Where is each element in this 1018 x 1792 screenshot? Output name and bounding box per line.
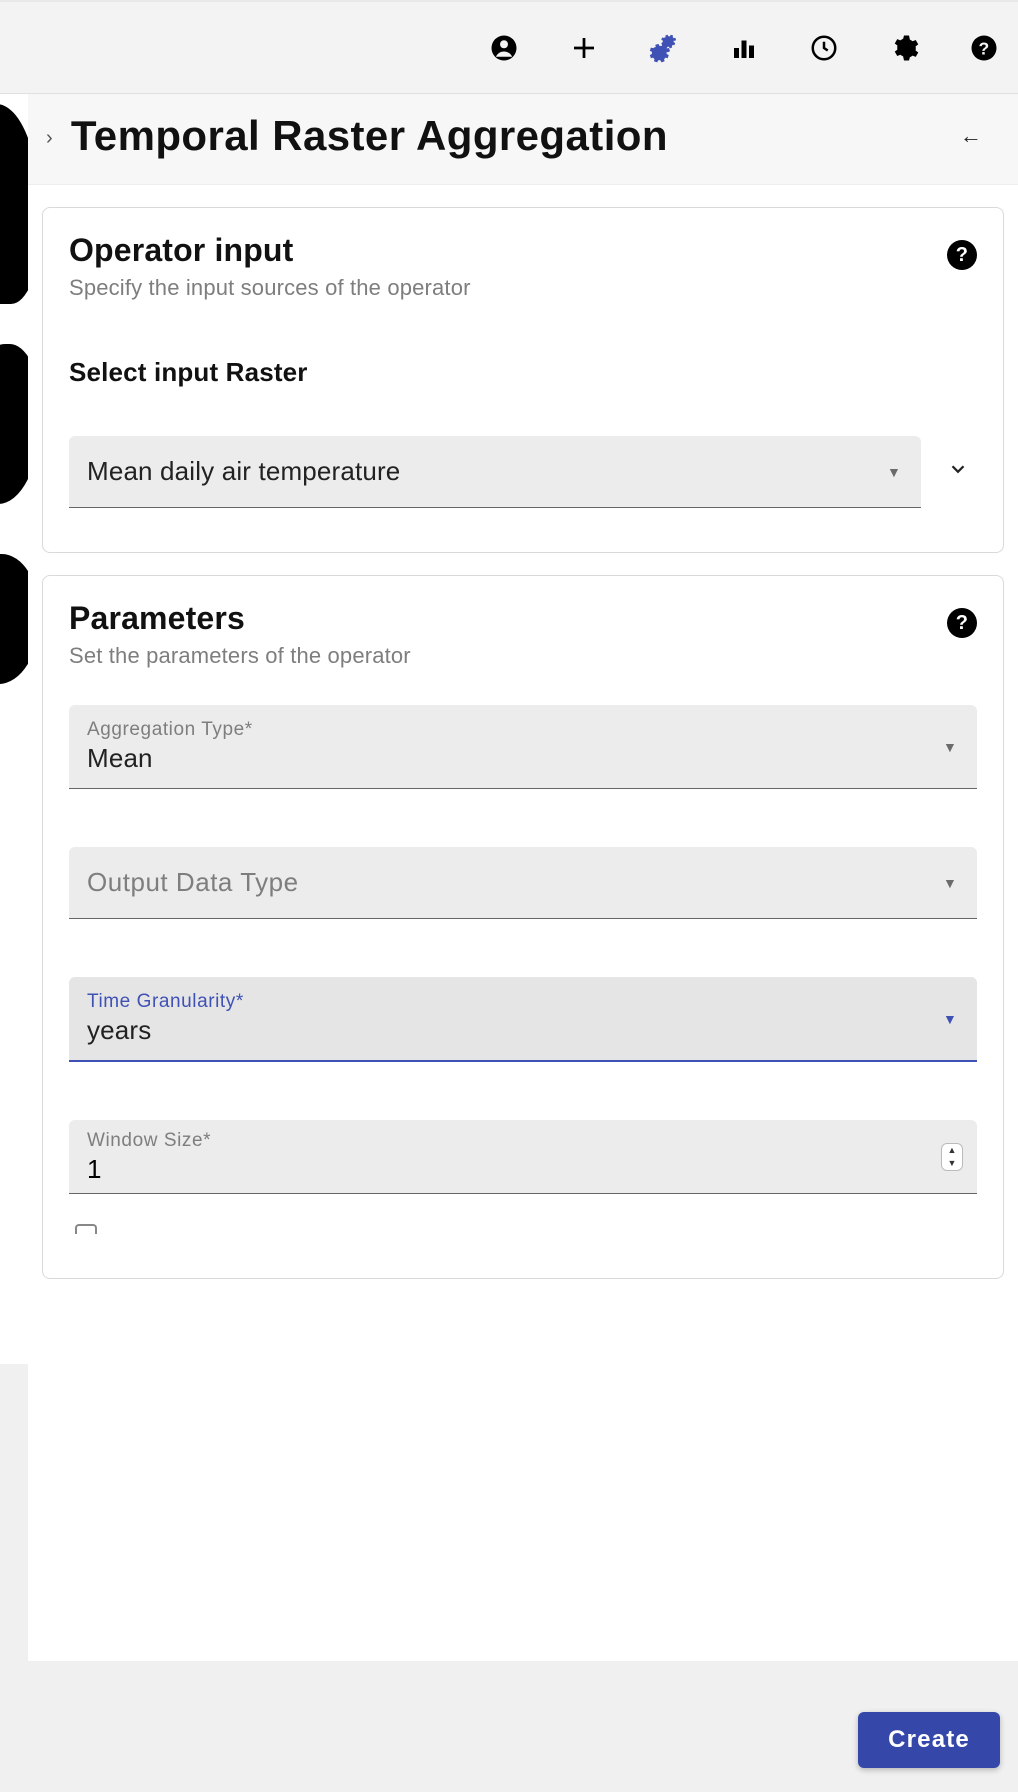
svg-text:?: ? xyxy=(979,38,990,58)
main-panel: › Temporal Raster Aggregation ← Operator… xyxy=(28,94,1018,1661)
dropdown-arrow-icon: ▼ xyxy=(887,464,901,480)
breadcrumb-chevron[interactable]: › xyxy=(46,127,53,150)
operator-input-card: Operator input Specify the input sources… xyxy=(42,207,1004,553)
help-badge-operator-input[interactable]: ? xyxy=(947,240,977,270)
gear-icon[interactable] xyxy=(886,30,922,66)
time-granularity-value: years xyxy=(87,1015,959,1046)
input-raster-select[interactable]: Mean daily air temperature ▼ xyxy=(69,436,921,508)
select-input-raster-label: Select input Raster xyxy=(69,357,977,388)
aggregation-type-select[interactable]: Aggregation Type* Mean ▼ xyxy=(69,705,977,789)
back-arrow-icon[interactable]: ← xyxy=(952,115,990,157)
help-badge-parameters[interactable]: ? xyxy=(947,608,977,638)
window-size-stepper[interactable]: ▲ ▼ xyxy=(941,1143,963,1171)
page-title: Temporal Raster Aggregation xyxy=(71,112,952,160)
bar-chart-icon[interactable] xyxy=(726,30,762,66)
map-edge xyxy=(0,94,28,1364)
help-icon[interactable]: ? xyxy=(966,30,1002,66)
window-size-input[interactable] xyxy=(87,1154,959,1185)
output-data-type-select[interactable]: Output Data Type ▼ xyxy=(69,847,977,919)
card-subtitle-operator-input: Specify the input sources of the operato… xyxy=(69,275,471,301)
aggregation-type-label: Aggregation Type* xyxy=(87,719,959,741)
dropdown-arrow-icon: ▼ xyxy=(943,739,957,755)
checkbox-partial[interactable] xyxy=(75,1224,97,1234)
account-icon[interactable] xyxy=(486,30,522,66)
output-data-type-placeholder: Output Data Type xyxy=(87,867,959,898)
time-granularity-label: Time Granularity* xyxy=(87,991,959,1013)
create-button[interactable]: Create xyxy=(858,1712,1000,1768)
gears-icon[interactable] xyxy=(646,30,682,66)
clock-icon[interactable] xyxy=(806,30,842,66)
input-raster-value: Mean daily air temperature xyxy=(87,456,903,487)
aggregation-type-value: Mean xyxy=(87,743,959,774)
top-toolbar: ? xyxy=(0,0,1018,94)
parameters-card: Parameters Set the parameters of the ope… xyxy=(42,575,1004,1279)
time-granularity-select[interactable]: Time Granularity* years ▼ xyxy=(69,977,977,1062)
window-size-field[interactable]: Window Size* ▲ ▼ xyxy=(69,1120,977,1194)
card-subtitle-parameters: Set the parameters of the operator xyxy=(69,643,411,669)
dropdown-arrow-icon: ▼ xyxy=(943,875,957,891)
card-title-parameters: Parameters xyxy=(69,600,411,637)
panel-header: › Temporal Raster Aggregation ← xyxy=(28,94,1018,184)
stepper-down-icon[interactable]: ▼ xyxy=(942,1157,962,1170)
expand-chevron-icon[interactable] xyxy=(939,450,977,494)
card-title-operator-input: Operator input xyxy=(69,232,471,269)
stepper-up-icon[interactable]: ▲ xyxy=(942,1144,962,1157)
window-size-label: Window Size* xyxy=(87,1130,959,1152)
dropdown-arrow-icon: ▼ xyxy=(943,1011,957,1027)
add-icon[interactable] xyxy=(566,30,602,66)
